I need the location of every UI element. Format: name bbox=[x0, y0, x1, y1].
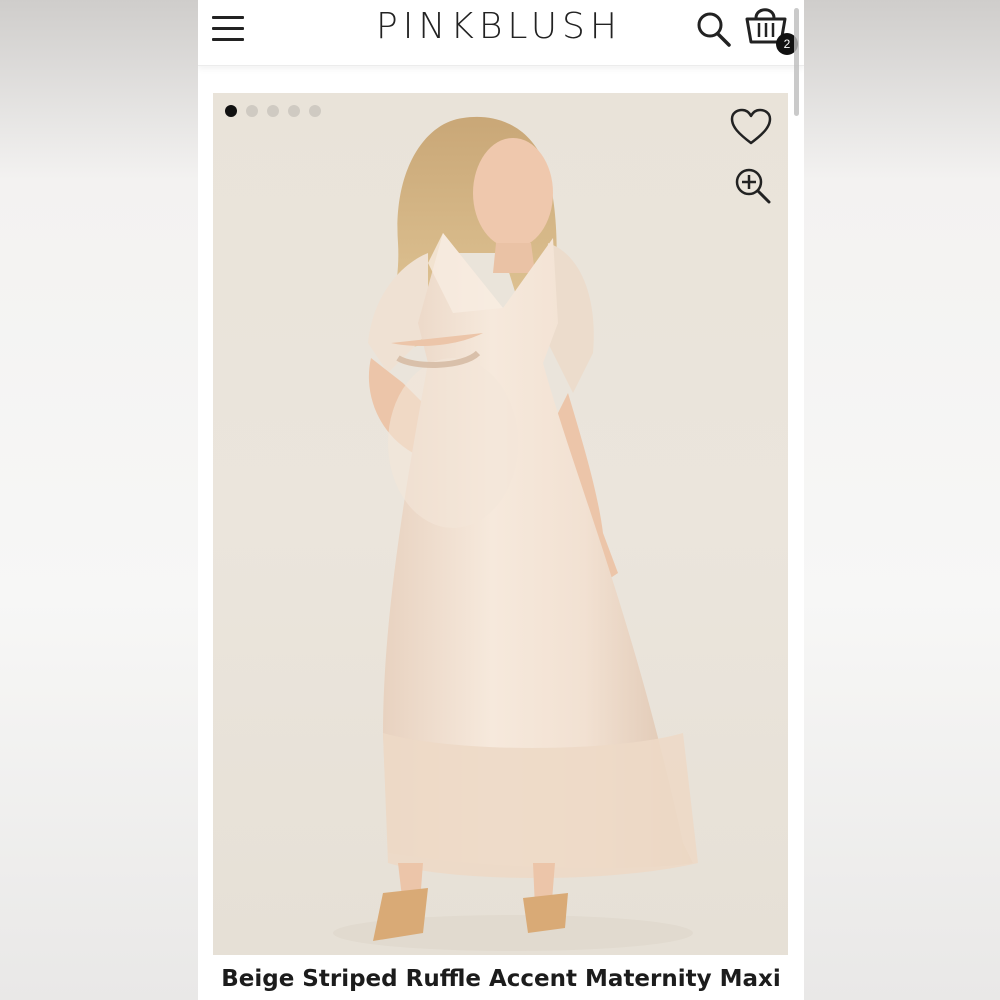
brand-logo[interactable]: PINKBLUSH bbox=[344, 6, 654, 47]
model-photo bbox=[333, 116, 698, 951]
carousel-dot[interactable] bbox=[267, 105, 279, 117]
product-title: Beige Striped Ruffle Accent Maternity Ma… bbox=[221, 966, 781, 992]
carousel-dot[interactable] bbox=[246, 105, 258, 117]
left-background-blur bbox=[0, 0, 198, 1000]
hamburger-menu-icon[interactable] bbox=[212, 14, 246, 44]
carousel-dot-active[interactable] bbox=[225, 105, 237, 117]
search-icon[interactable] bbox=[694, 8, 732, 48]
mobile-page: PINKBLUSH 2 Beige Striped Ruffle Accent … bbox=[198, 0, 804, 1000]
site-header: PINKBLUSH 2 bbox=[198, 0, 804, 66]
product-image[interactable] bbox=[213, 93, 788, 955]
zoom-in-icon[interactable] bbox=[733, 166, 773, 206]
heart-icon[interactable] bbox=[729, 107, 773, 147]
carousel-dot[interactable] bbox=[288, 105, 300, 117]
right-background-blur bbox=[802, 0, 1000, 1000]
image-carousel-dots[interactable] bbox=[225, 104, 330, 118]
carousel-dot[interactable] bbox=[309, 105, 321, 117]
scrollbar[interactable] bbox=[794, 8, 799, 116]
